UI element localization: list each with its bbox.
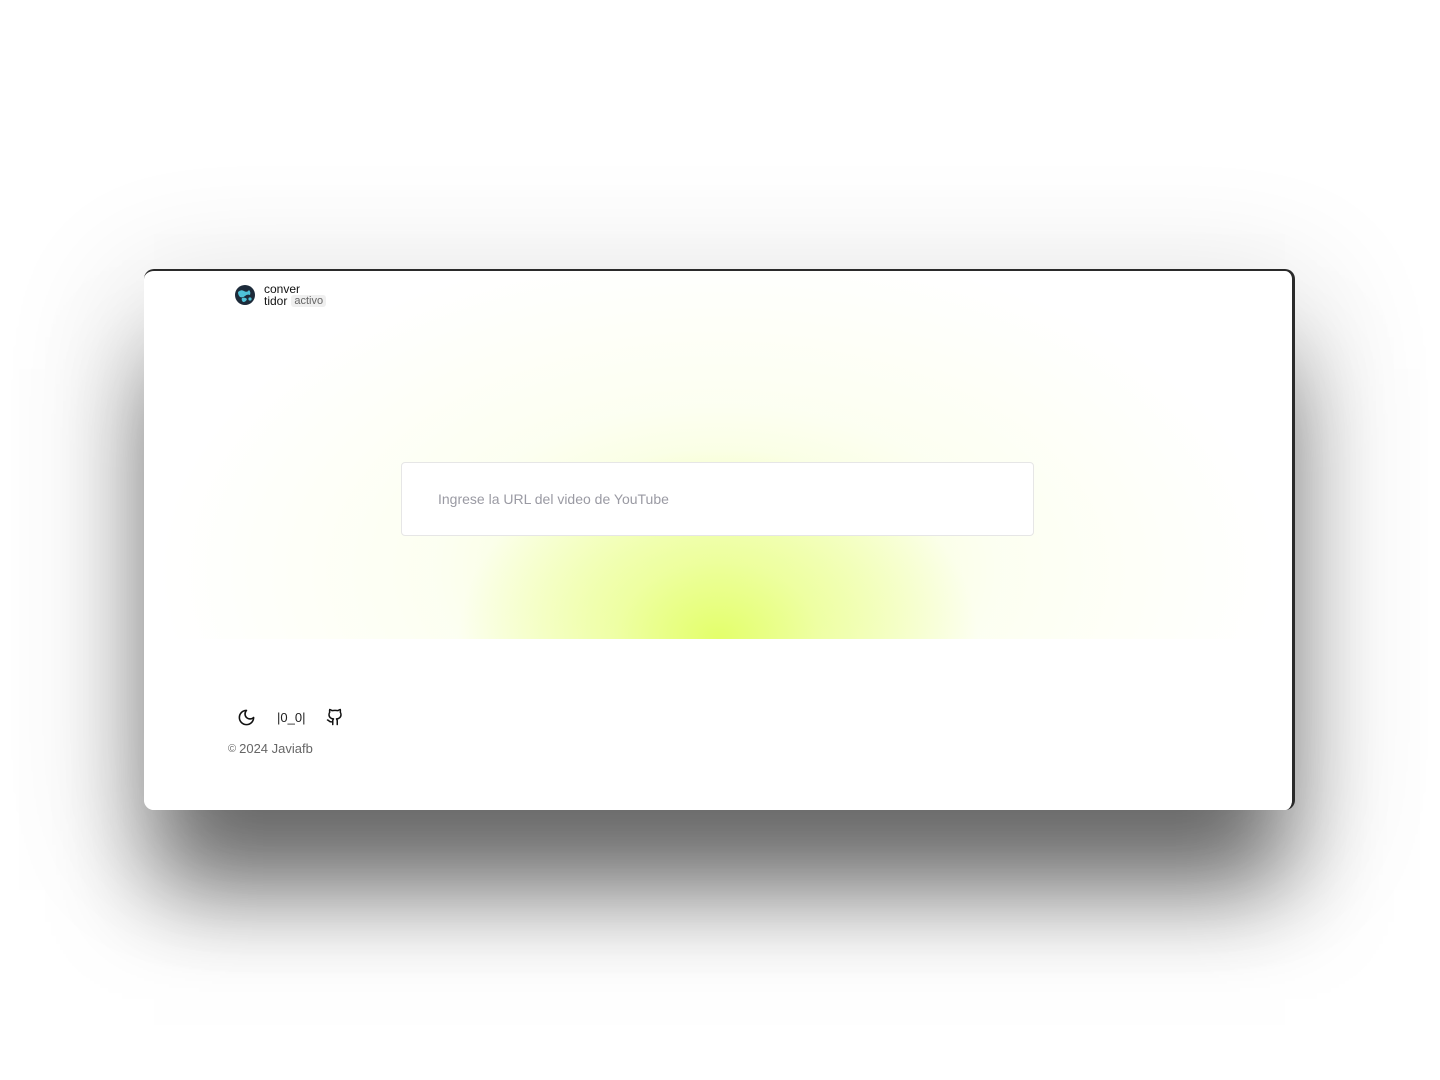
ascii-face-link[interactable]: |0_0| bbox=[277, 710, 305, 725]
background-glow bbox=[144, 271, 1292, 639]
github-link[interactable] bbox=[323, 705, 347, 729]
moon-icon bbox=[238, 709, 254, 725]
brand-line2: tidor bbox=[264, 294, 288, 308]
brand[interactable]: conver tidor activo bbox=[233, 283, 327, 308]
github-icon bbox=[327, 708, 343, 726]
status-badge: activo bbox=[291, 295, 327, 307]
screen: conver tidor activo |0_0| bbox=[0, 0, 1440, 1080]
youtube-url-input[interactable] bbox=[402, 491, 1033, 507]
globe-icon bbox=[235, 285, 255, 305]
theme-toggle-button[interactable] bbox=[234, 705, 258, 729]
app-window: conver tidor activo |0_0| bbox=[144, 269, 1295, 810]
footer-toolbar: |0_0| bbox=[234, 705, 347, 729]
copyright: © 2024 Javiafb bbox=[228, 741, 313, 756]
brand-line2-row: tidor activo bbox=[264, 294, 327, 308]
copyright-symbol: © bbox=[228, 742, 237, 755]
brand-text: conver tidor activo bbox=[264, 283, 327, 308]
copyright-text: 2024 Javiafb bbox=[239, 741, 313, 756]
url-field-container bbox=[401, 462, 1034, 536]
